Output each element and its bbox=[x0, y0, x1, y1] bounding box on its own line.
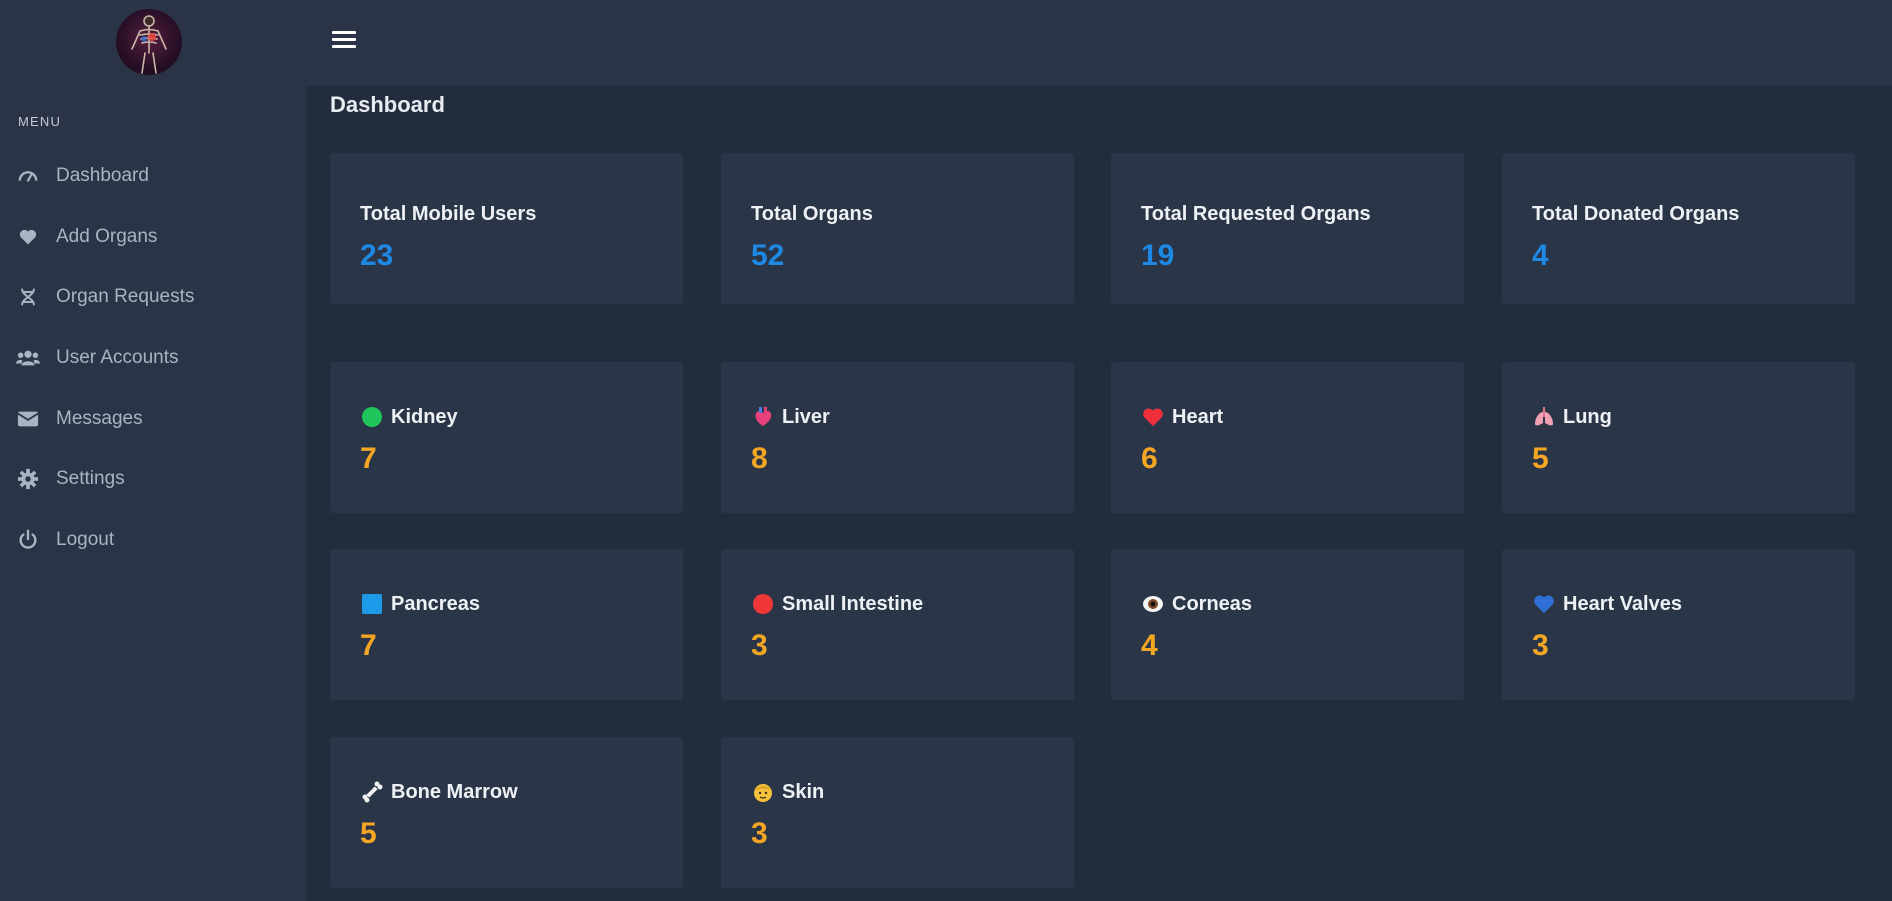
organ-card-liver[interactable]: Liver 8 bbox=[721, 362, 1074, 513]
hamburger-menu-icon[interactable] bbox=[330, 28, 358, 52]
menu-heading: MENU bbox=[18, 114, 62, 129]
organ-count: 8 bbox=[751, 442, 768, 475]
sidebar-item-user-accounts[interactable]: User Accounts bbox=[0, 334, 306, 382]
organ-count: 7 bbox=[360, 442, 377, 475]
face-icon bbox=[751, 780, 775, 804]
sidebar-item-organ-requests[interactable]: Organ Requests bbox=[0, 273, 306, 321]
stat-label: Total Mobile Users bbox=[360, 203, 537, 225]
organ-label: Pancreas bbox=[391, 592, 480, 615]
stat-value: 4 bbox=[1532, 239, 1549, 272]
organ-label: Lung bbox=[1563, 405, 1612, 428]
stat-value: 23 bbox=[360, 239, 394, 272]
eye-icon bbox=[1141, 592, 1165, 616]
stat-card-total-requested-organs[interactable]: Total Requested Organs 19 bbox=[1111, 153, 1464, 304]
organ-count: 5 bbox=[1532, 442, 1549, 475]
gauge-icon bbox=[16, 164, 40, 188]
sidebar-item-logout[interactable]: Logout bbox=[0, 516, 306, 564]
organ-card-kidney[interactable]: Kidney 7 bbox=[330, 362, 683, 513]
organ-card-small-intestine[interactable]: Small Intestine 3 bbox=[721, 549, 1074, 700]
organ-count: 5 bbox=[360, 817, 377, 850]
sidebar-item-label: Settings bbox=[56, 468, 125, 489]
sidebar-item-label: Dashboard bbox=[56, 165, 149, 186]
organ-count: 4 bbox=[1141, 629, 1158, 662]
sidebar-item-add-organs[interactable]: Add Organs bbox=[0, 213, 306, 261]
gear-icon bbox=[16, 467, 40, 491]
organ-card-lung[interactable]: Lung 5 bbox=[1502, 362, 1855, 513]
blue-heart-icon bbox=[1532, 592, 1556, 616]
organ-label: Heart Valves bbox=[1563, 592, 1682, 615]
page-title: Dashboard bbox=[330, 92, 445, 117]
sidebar-item-label: Organ Requests bbox=[56, 286, 195, 307]
topbar bbox=[306, 0, 1892, 86]
envelope-icon bbox=[16, 407, 40, 431]
organ-label: Liver bbox=[782, 405, 830, 428]
blue-square-icon bbox=[360, 592, 384, 616]
organ-label: Heart bbox=[1172, 405, 1224, 428]
stat-card-total-organs[interactable]: Total Organs 52 bbox=[721, 153, 1074, 304]
organ-card-corneas[interactable]: Corneas 4 bbox=[1111, 549, 1464, 700]
organ-label: Skin bbox=[782, 780, 825, 803]
stat-value: 52 bbox=[751, 239, 785, 272]
organ-card-pancreas[interactable]: Pancreas 7 bbox=[330, 549, 683, 700]
sidebar-item-messages[interactable]: Messages bbox=[0, 395, 306, 443]
organ-label: Corneas bbox=[1172, 592, 1253, 615]
organ-card-skin[interactable]: Skin 3 bbox=[721, 737, 1074, 888]
sidebar: MENU Dashboard Add Organs Organ Requests… bbox=[0, 0, 306, 901]
stat-card-total-mobile-users[interactable]: Total Mobile Users 23 bbox=[330, 153, 683, 304]
stat-label: Total Donated Organs bbox=[1532, 203, 1740, 225]
anatomical-heart-icon bbox=[751, 405, 775, 429]
organ-count: 3 bbox=[751, 629, 768, 662]
red-heart-icon bbox=[1141, 405, 1165, 429]
red-circle-icon bbox=[751, 592, 775, 616]
logo-avatar[interactable] bbox=[116, 9, 182, 75]
stat-value: 19 bbox=[1141, 239, 1175, 272]
organ-card-heart-valves[interactable]: Heart Valves 3 bbox=[1502, 549, 1855, 700]
sidebar-item-dashboard[interactable]: Dashboard bbox=[0, 152, 306, 200]
organ-count: 6 bbox=[1141, 442, 1158, 475]
sidebar-item-label: Messages bbox=[56, 408, 143, 429]
stat-label: Total Organs bbox=[751, 203, 873, 225]
heart-icon bbox=[16, 225, 40, 249]
stat-label: Total Requested Organs bbox=[1141, 203, 1371, 225]
organ-count: 7 bbox=[360, 629, 377, 662]
lungs-icon bbox=[1532, 405, 1556, 429]
organ-label: Bone Marrow bbox=[391, 780, 518, 803]
stat-card-total-donated-organs[interactable]: Total Donated Organs 4 bbox=[1502, 153, 1855, 304]
organ-count: 3 bbox=[751, 817, 768, 850]
organ-count: 3 bbox=[1532, 629, 1549, 662]
sidebar-item-settings[interactable]: Settings bbox=[0, 455, 306, 503]
organ-card-bone-marrow[interactable]: Bone Marrow 5 bbox=[330, 737, 683, 888]
bone-icon bbox=[360, 780, 384, 804]
power-icon bbox=[16, 528, 40, 552]
sidebar-item-label: User Accounts bbox=[56, 347, 179, 368]
organ-card-heart[interactable]: Heart 6 bbox=[1111, 362, 1464, 513]
users-icon bbox=[16, 346, 40, 370]
organ-label: Small Intestine bbox=[782, 592, 924, 615]
organ-label: Kidney bbox=[391, 405, 458, 428]
sidebar-item-label: Add Organs bbox=[56, 226, 158, 247]
green-circle-icon bbox=[360, 405, 384, 429]
sidebar-item-label: Logout bbox=[56, 529, 115, 550]
dna-icon bbox=[16, 285, 40, 309]
